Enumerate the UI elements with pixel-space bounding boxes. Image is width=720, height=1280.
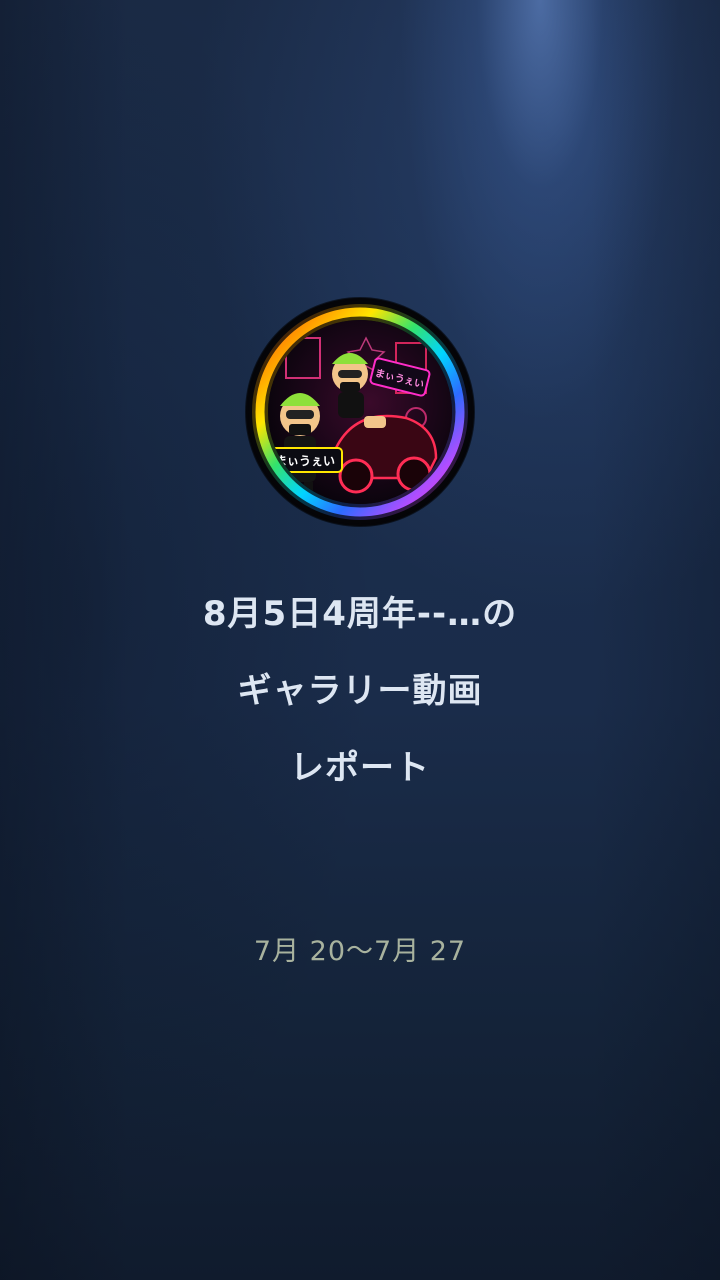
gallery-video-report-screen: まぃうぇい まぃうぇい 8月5日4周年--…の ギャラリー動画 レポート 7月 … (0, 0, 720, 1280)
background-spotlight (0, 0, 720, 1280)
report-date-range: 7月 20〜7月 27 (253, 936, 467, 967)
report-title-line-2: ギャラリー動画 (237, 671, 483, 711)
profile-avatar: まぃうぇい まぃうぇい (246, 298, 474, 526)
report-title-line-3: レポート (290, 748, 430, 788)
avatar-image: まぃうぇい まぃうぇい (248, 300, 472, 524)
report-title-line-1: 8月5日4周年--…の (202, 594, 518, 634)
background-vignette (0, 0, 720, 1280)
